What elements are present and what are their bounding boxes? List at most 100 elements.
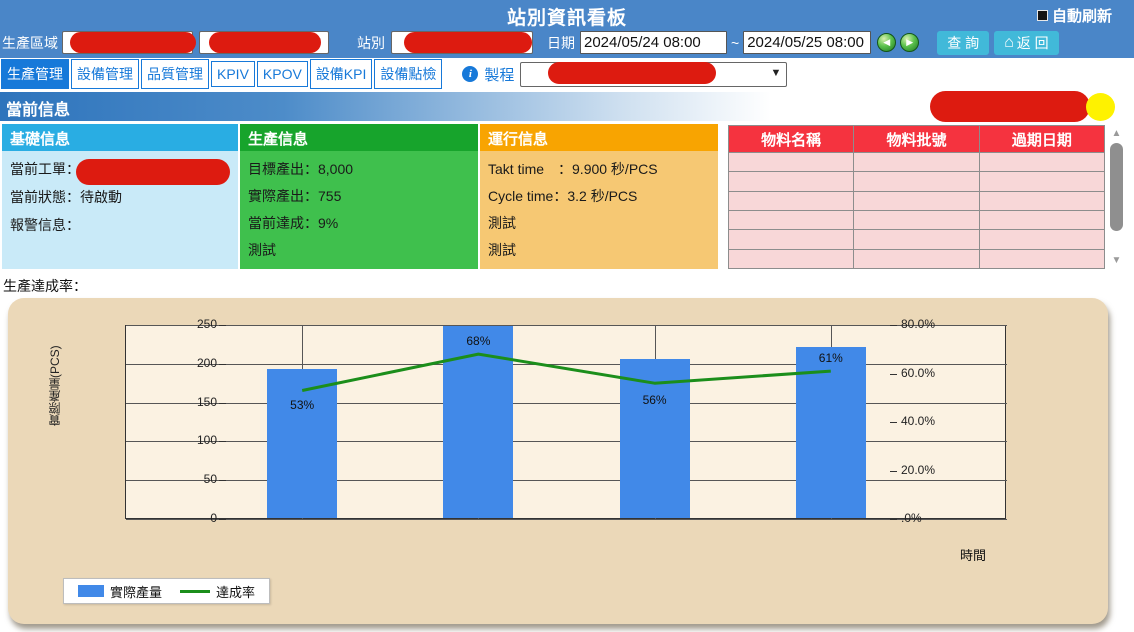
material-name-header: 物料名稱 [729, 126, 854, 153]
scroll-up-icon[interactable]: ▲ [1107, 127, 1126, 141]
tab-設備管理[interactable]: 設備管理 [71, 59, 139, 89]
basic-info-card-title: 基礎信息 [2, 124, 238, 151]
process-label: 製程 [484, 64, 514, 85]
card-row: 目標產出：8,000 [248, 158, 478, 185]
production-info-card-title: 生產信息 [240, 124, 478, 151]
material-table-cell [729, 191, 854, 210]
material-table-cell [979, 191, 1104, 210]
scroll-down-icon[interactable]: ▼ [1107, 254, 1126, 268]
auto-refresh-label: 自動刷新 [1052, 5, 1112, 26]
material-table-cell [729, 210, 854, 229]
info-icon[interactable]: i [462, 66, 478, 82]
bar-series-swatch [78, 585, 104, 597]
data-label-08:00: 53% [272, 398, 332, 412]
material-table: 物料名稱 物料批號 過期日期 [728, 125, 1105, 269]
date-separator: ~ [731, 35, 739, 51]
material-table-cell [979, 230, 1104, 249]
card-row: 測試 [488, 212, 718, 239]
material-table-row [729, 172, 1105, 191]
line-series-label: 達成率 [216, 582, 255, 601]
date-from-input[interactable] [580, 31, 727, 54]
material-lot-header: 物料批號 [854, 126, 979, 153]
station-label: 站別 [357, 33, 385, 53]
card-row: Cycle time：3.2 秒/PCS [488, 185, 718, 212]
basic-info-card: 基礎信息 當前工單：當前狀態：待啟動報警信息： [2, 124, 238, 269]
card-row: 當前狀態：待啟動 [10, 186, 238, 214]
data-label-10:00: 56% [625, 393, 685, 407]
redaction-blob [404, 32, 532, 53]
tab-設備點檢[interactable]: 設備點檢 [374, 59, 442, 89]
tab-KPIV[interactable]: KPIV [211, 61, 255, 87]
material-table-row [729, 191, 1105, 210]
material-table-cell [854, 210, 979, 229]
line-series-swatch [180, 590, 210, 593]
redaction-blob [70, 32, 196, 53]
material-table-row [729, 153, 1105, 172]
x-axis-label: 時間 [960, 545, 986, 564]
material-table-row [729, 230, 1105, 249]
prev-period-button[interactable]: ◀ [877, 33, 896, 52]
chart-legend: 實際產量 達成率 [63, 578, 270, 604]
card-row: Takt time ：9.900 秒/PCS [488, 158, 718, 185]
home-icon: ⌂ [1004, 34, 1014, 52]
material-table-cell [854, 249, 979, 268]
legend-item-line: 達成率 [180, 582, 255, 601]
auto-refresh-checkbox[interactable] [1037, 10, 1048, 21]
next-period-button[interactable]: ▶ [900, 33, 919, 52]
material-table-cell [729, 249, 854, 268]
title-row: 站別資訊看板 自動刷新 [0, 0, 1134, 28]
production-info-card-body: 目標產出：8,000實際產出：755當前達成：9%測試 [240, 151, 478, 269]
material-table-cell [979, 172, 1104, 191]
material-table-cell [729, 172, 854, 191]
material-table-cell [854, 153, 979, 172]
query-button[interactable]: 查 詢 [937, 31, 989, 55]
tick-mark [219, 519, 226, 520]
scrollbar-thumb[interactable] [1110, 143, 1123, 231]
material-table-scrollbar[interactable]: ▲ ▼ [1107, 127, 1126, 268]
material-table-cell [729, 230, 854, 249]
material-table-row [729, 249, 1105, 268]
page-title: 站別資訊看板 [0, 3, 1134, 30]
auto-refresh-control[interactable]: 自動刷新 [1037, 5, 1112, 26]
back-button[interactable]: ⌂ 返 回 [994, 31, 1059, 55]
area-label: 生產區域 [2, 33, 58, 53]
material-table-cell [854, 230, 979, 249]
back-button-label: 返 回 [1017, 33, 1049, 53]
runtime-info-card-title: 運行信息 [480, 124, 718, 151]
status-indicator-yellow [1086, 93, 1115, 121]
redaction-blob [548, 62, 716, 84]
redaction-blob [930, 91, 1090, 122]
material-table-cell [979, 210, 1104, 229]
y-axis-label: 實際產量(PCS) [46, 328, 63, 443]
tick-mark [890, 519, 897, 520]
chevron-down-icon: ▼ [771, 67, 782, 79]
material-table-cell [979, 249, 1104, 268]
chart-section-label: 生產達成率： [3, 276, 87, 296]
redaction-blob [76, 159, 230, 185]
date-to-input[interactable] [743, 31, 871, 54]
runtime-info-card: 運行信息 Takt time ：9.900 秒/PCSCycle time：3.… [480, 124, 718, 269]
gridline-horizontal [126, 519, 1007, 520]
material-table-cell [854, 172, 979, 191]
tab-品質管理[interactable]: 品質管理 [141, 59, 209, 89]
card-row: 當前達成：9% [248, 212, 478, 239]
achievement-chart-panel: 實際產量(PCS) 53%68%56%61% 時間 實際產量 達成率 25020… [8, 298, 1108, 624]
card-row: 實際產出：755 [248, 185, 478, 212]
tab-設備KPI[interactable]: 設備KPI [310, 59, 373, 89]
data-label-11:00: 61% [801, 351, 861, 365]
material-table-cell [979, 153, 1104, 172]
legend-item-bars: 實際產量 [78, 582, 162, 601]
material-table-cell [854, 191, 979, 210]
production-info-card: 生產信息 目標產出：8,000實際產出：755當前達成：9%測試 [240, 124, 478, 269]
card-row: 測試 [488, 239, 718, 266]
redaction-blob [209, 32, 321, 53]
card-row: 報警信息： [10, 214, 238, 242]
tab-生產管理[interactable]: 生產管理 [1, 59, 69, 89]
chart-plot-area: 53% 68% 56% 61% [125, 325, 1006, 519]
data-label-09:00: 68% [448, 334, 508, 348]
date-label: 日期 [547, 33, 575, 53]
achievement-rate-line [302, 354, 831, 390]
tab-KPOV[interactable]: KPOV [257, 61, 308, 87]
material-table-row [729, 210, 1105, 229]
card-row: 測試 [248, 239, 478, 266]
